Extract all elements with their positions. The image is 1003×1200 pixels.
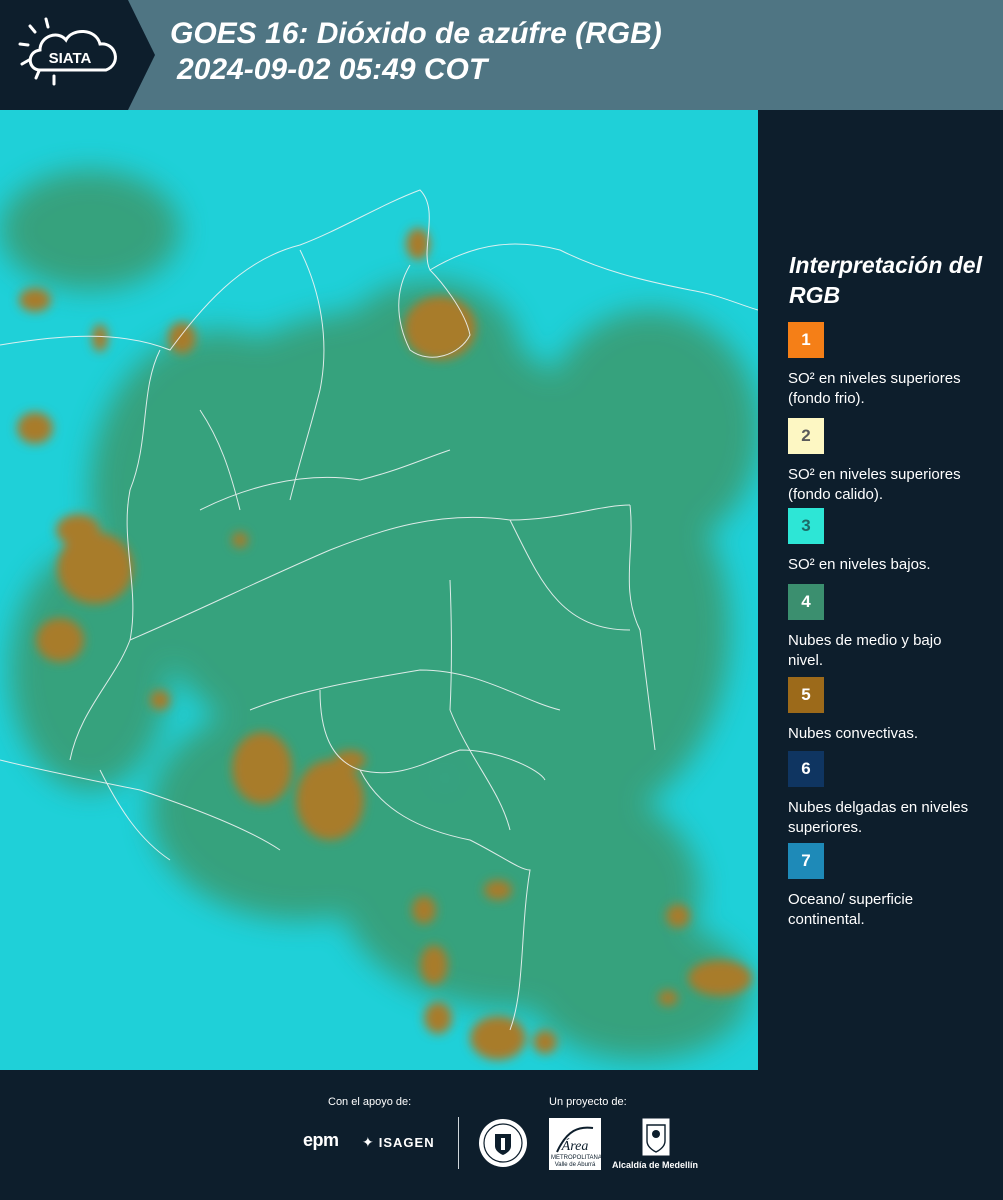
title-line-2: 2024-09-02 05:49 COT — [177, 53, 488, 86]
alcaldia-label: Alcaldía de Medellín — [612, 1160, 699, 1170]
legend-label-7: Oceano/ superficie continental. — [788, 891, 914, 928]
legend-item-4: 4 Nubes de medio y bajo nivel. — [788, 584, 978, 671]
legend-label-1: SO² en niveles superiores (fondo frio). — [788, 370, 961, 407]
area-caption: METROPOLITANA Valle de Aburrá — [551, 1155, 602, 1168]
isagen-text: ISAGEN — [378, 1135, 435, 1150]
legend-swatch-4: 4 — [788, 584, 824, 620]
isagen-logo: ✦ ISAGEN — [362, 1134, 435, 1151]
legend-label-4: Nubes de medio y bajo nivel. — [788, 632, 942, 669]
legend-title: Interpretación del RGB — [789, 252, 982, 308]
epm-logo: epm — [303, 1130, 339, 1150]
title-line-1: GOES 16: Dióxido de azúfre (RGB) — [170, 17, 662, 50]
isagen-icon: ✦ — [362, 1134, 375, 1150]
support-label: Con el apoyo de: — [328, 1096, 412, 1108]
legend-label-5: Nubes convectivas. — [788, 725, 919, 742]
legend-item-5: 5 Nubes convectivas. — [788, 677, 978, 744]
satellite-map[interactable] — [0, 110, 758, 1070]
legend-swatch-5: 5 — [788, 677, 824, 713]
medellin-seal-icon — [478, 1118, 528, 1173]
legend-label-6: Nubes delgadas en niveles superiores. — [788, 799, 969, 836]
alcaldia-shield-icon — [641, 1117, 671, 1162]
legend-item-6: 6 Nubes delgadas en niveles superiores. — [788, 751, 978, 838]
legend-swatch-7: 7 — [788, 843, 824, 879]
legend-item-7: 7 Oceano/ superficie continental. — [788, 843, 978, 930]
legend-item-3: 3 SO² en niveles bajos. — [788, 508, 978, 575]
legend-label-3: SO² en niveles bajos. — [788, 556, 931, 573]
legend-swatch-1: 1 — [788, 322, 824, 358]
legend-panel: Interpretación del RGB 1 SO² en niveles … — [758, 110, 1003, 1070]
footer: Con el apoyo de: Un proyecto de: epm ✦ I… — [0, 1070, 1003, 1200]
legend-swatch-2: 2 — [788, 418, 824, 454]
page-title: GOES 16: Dióxido de azúfre (RGB) 2024-09… — [170, 16, 662, 88]
siata-logo: SIATA — [0, 0, 155, 110]
legend-item-1: 1 SO² en niveles superiores (fondo frio)… — [788, 322, 978, 409]
legend-label-2: SO² en niveles superiores (fondo calido)… — [788, 466, 961, 503]
brand-text: SIATA — [49, 50, 92, 67]
header-bar: SIATA GOES 16: Dióxido de azúfre (RGB) 2… — [0, 0, 1003, 110]
footer-divider — [458, 1117, 459, 1169]
project-label: Un proyecto de: — [549, 1096, 627, 1108]
legend-item-2: 2 SO² en niveles superiores (fondo calid… — [788, 418, 978, 505]
legend-swatch-6: 6 — [788, 751, 824, 787]
area-name: Área — [561, 1137, 589, 1154]
legend-swatch-3: 3 — [788, 508, 824, 544]
